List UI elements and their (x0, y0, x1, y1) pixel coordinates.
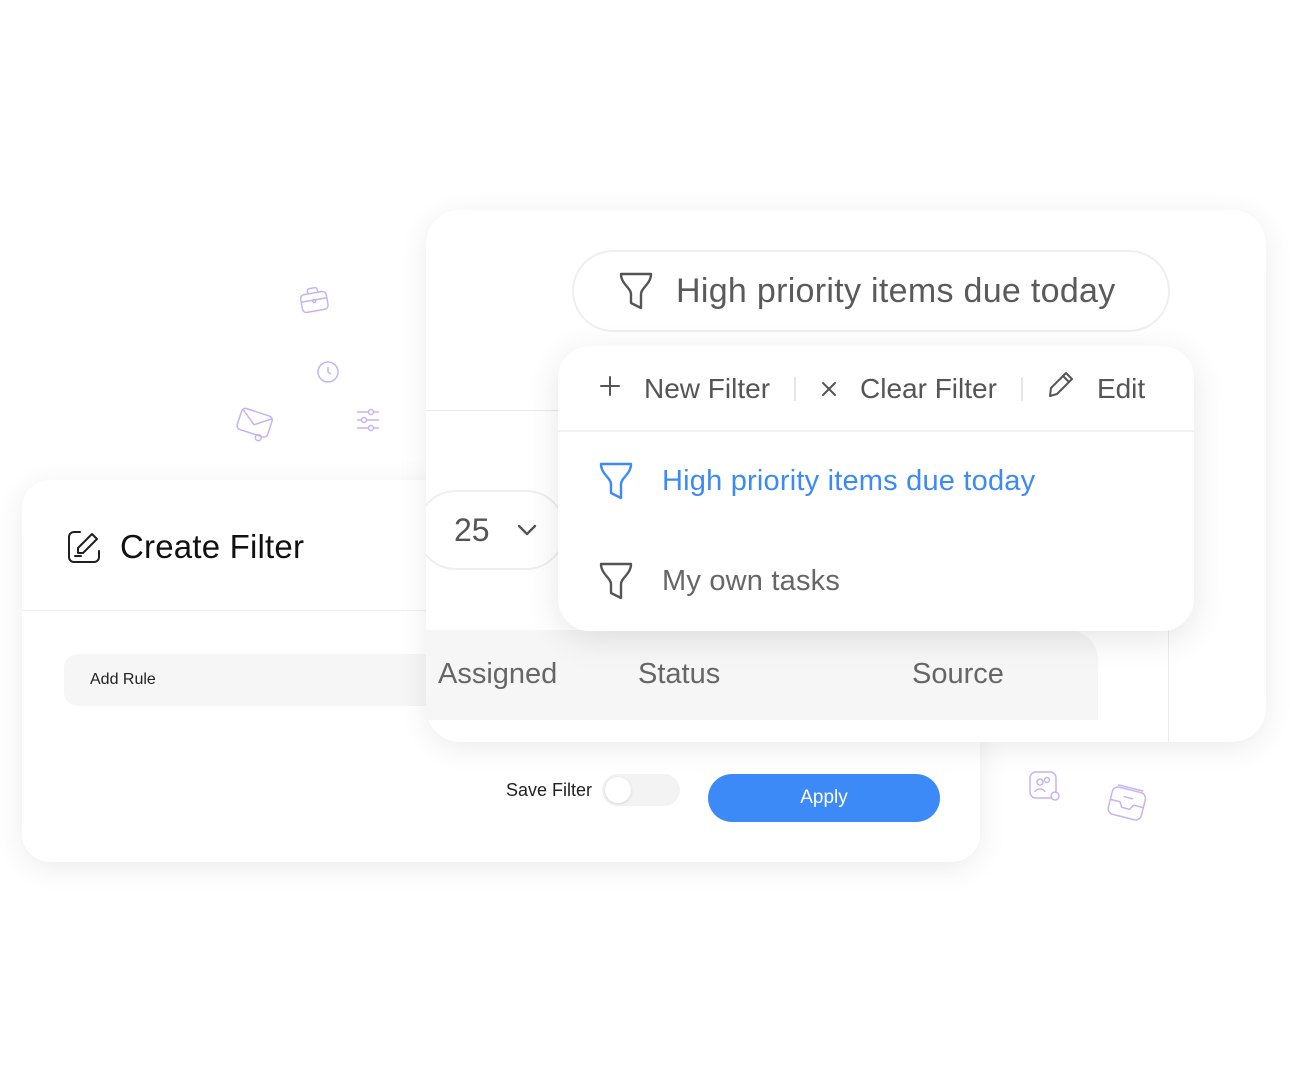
clear-filter-button[interactable]: Clear Filter (820, 373, 997, 405)
create-filter-header: Create Filter (66, 528, 304, 566)
save-filter-label: Save Filter (506, 779, 593, 800)
column-header-assigned[interactable]: Assigned (438, 658, 557, 691)
table-header: Assigned Status Source (426, 630, 1098, 720)
add-rule-label: Add Rule (90, 671, 156, 688)
new-filter-button[interactable]: New Filter (598, 373, 770, 405)
filter-option-high-priority[interactable]: High priority items due today (598, 460, 1035, 502)
filter-funnel-icon (598, 460, 634, 502)
divider (558, 430, 1194, 432)
filter-actions-toolbar: New Filter Clear Filter Edit (558, 346, 1194, 431)
filter-option-label: My own tasks (662, 564, 841, 597)
filter-funnel-icon (618, 270, 654, 312)
pencil-icon (1047, 370, 1075, 407)
filter-option-label: High priority items due today (662, 464, 1036, 497)
page-size-select[interactable]: 25 (426, 490, 566, 570)
separator (794, 376, 797, 401)
clock-icon (316, 360, 340, 384)
active-filter-selector[interactable]: High priority items due today (572, 250, 1170, 332)
page-size-value: 25 (454, 511, 490, 548)
column-header-source[interactable]: Source (912, 658, 1004, 691)
clear-filter-label: Clear Filter (860, 372, 997, 404)
column-header-status[interactable]: Status (638, 658, 720, 691)
divider (426, 410, 566, 411)
briefcase-icon (295, 281, 332, 318)
sliders-icon (354, 406, 382, 434)
contacts-icon (1028, 770, 1062, 804)
filter-funnel-icon (598, 560, 634, 602)
add-rule-button[interactable]: Add Rule (64, 654, 464, 706)
save-filter-toggle[interactable] (602, 774, 681, 806)
edit-square-icon (66, 529, 102, 565)
apply-button[interactable]: Apply (708, 774, 940, 822)
filter-option-my-own-tasks[interactable]: My own tasks (598, 560, 840, 602)
envelope-icon (232, 403, 279, 447)
save-filter-row: Save Filter (506, 774, 681, 806)
chevron-down-icon (516, 523, 538, 537)
edit-label: Edit (1096, 372, 1146, 404)
plus-icon (598, 373, 622, 405)
separator (1020, 376, 1023, 401)
create-filter-title: Create Filter (120, 528, 305, 565)
toggle-knob (605, 777, 632, 803)
new-filter-label: New Filter (644, 372, 771, 404)
close-icon (820, 373, 838, 405)
edit-filter-button[interactable]: Edit (1047, 370, 1145, 407)
divider (1168, 630, 1169, 742)
inbox-icon (1102, 777, 1157, 829)
active-filter-label: High priority items due today (676, 271, 1116, 310)
filter-dropdown-menu: New Filter Clear Filter Edit High priori… (558, 346, 1194, 631)
